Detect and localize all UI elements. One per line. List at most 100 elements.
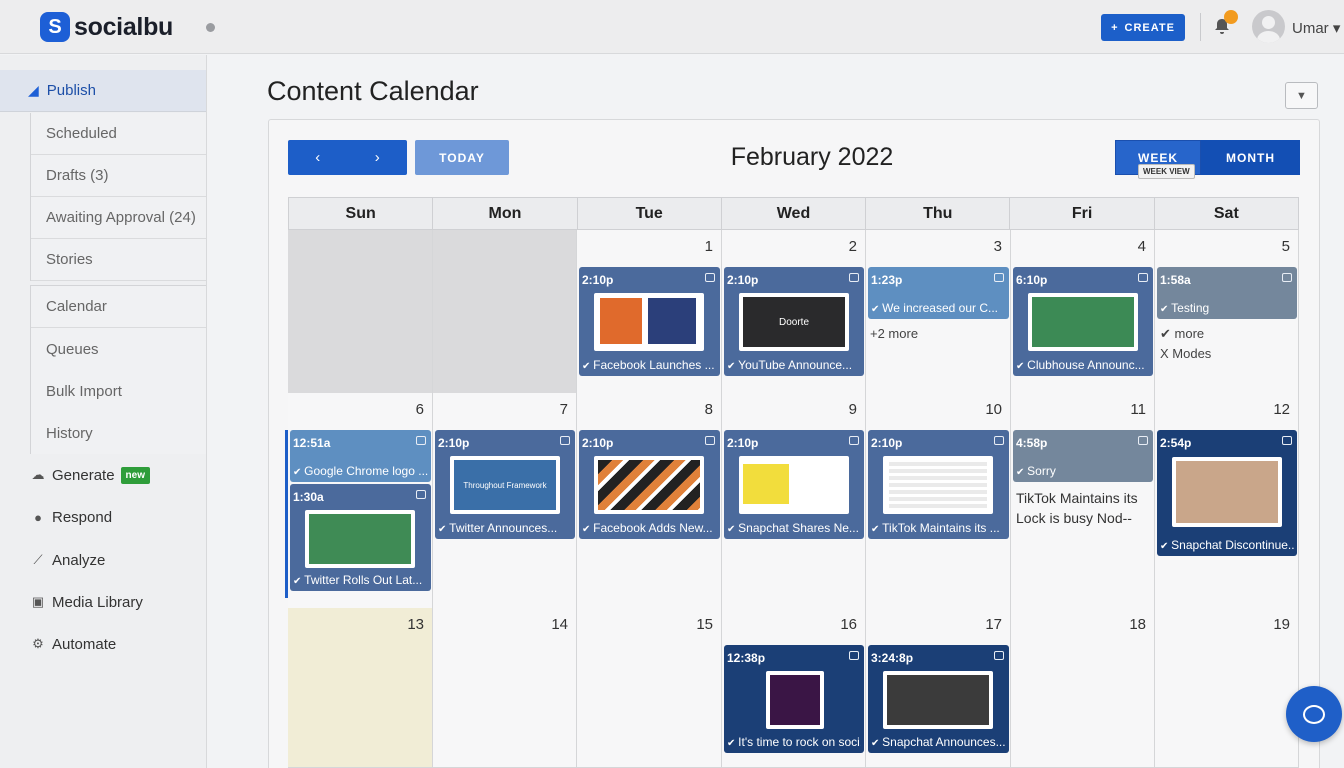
day-number: 13 <box>407 616 424 633</box>
avatar[interactable] <box>1252 10 1285 43</box>
event-time: 12:38p <box>727 651 766 665</box>
day-cell-today[interactable]: 13 <box>288 608 433 768</box>
chat-support-button[interactable] <box>1286 686 1342 742</box>
weekday-header: Sun Mon Tue Wed Thu Fri Sat <box>288 197 1299 230</box>
user-menu[interactable]: Umar ▾ <box>1292 19 1340 37</box>
day-cell[interactable]: 18 <box>1011 608 1155 768</box>
event-card[interactable]: 2:10p Facebook Launches ... <box>579 267 720 376</box>
event-card[interactable]: 12:51a Google Chrome logo ... <box>290 430 431 482</box>
day-number: 18 <box>1129 616 1146 633</box>
event-thumbnail: Throughout Framework <box>450 456 560 514</box>
event-card[interactable]: 2:54p Snapchat Discontinue... <box>1157 430 1297 556</box>
brand-name: socialbu <box>74 12 174 41</box>
chevron-right-icon: › <box>374 149 380 166</box>
event-thumbnail <box>305 510 415 568</box>
event-time: 2:10p <box>438 436 470 450</box>
sidebar-item-history[interactable]: History <box>31 412 206 454</box>
image-icon <box>705 436 715 445</box>
sidebar-item-drafts[interactable]: Drafts (3) <box>31 155 206 197</box>
sidebar-item-bulk-import[interactable]: Bulk Import <box>31 370 206 412</box>
sidebar-item-scheduled[interactable]: Scheduled <box>31 113 206 155</box>
event-card[interactable]: 2:10p Facebook Adds New... <box>579 430 720 539</box>
sidebar-item-label: Publish <box>46 82 96 99</box>
event-caption: Twitter Rolls Out Lat... <box>293 573 428 587</box>
more-link[interactable]: ✔ more <box>1160 326 1204 342</box>
filter-button[interactable]: ▼ <box>1285 82 1318 109</box>
image-icon <box>1138 436 1148 445</box>
sidebar-item-automate[interactable]: ⚙ Automate <box>0 623 206 665</box>
sidebar-item-label: Analyze <box>52 551 106 569</box>
day-number: 11 <box>1130 401 1146 418</box>
event-text[interactable]: TikTok Maintains its Lock is busy Nod-- <box>1016 488 1146 528</box>
top-bar: S socialbu + CREATE Umar ▾ <box>0 0 1344 54</box>
sidebar-item-generate[interactable]: ☁ Generate new <box>0 454 206 496</box>
image-icon <box>1282 436 1292 445</box>
event-thumbnail <box>766 671 824 729</box>
event-card[interactable]: 2:10p TikTok Maintains its ... <box>868 430 1009 539</box>
event-time: 2:10p <box>871 436 903 450</box>
publish-subnav: Scheduled Drafts (3) Awaiting Approval (… <box>30 113 206 281</box>
calendar-grid: Sun Mon Tue Wed Thu Fri Sat <box>288 197 1299 230</box>
event-card[interactable]: 4:58p Sorry <box>1013 430 1153 482</box>
event-time: 12:51a <box>293 436 331 450</box>
day-number: 1 <box>704 238 713 255</box>
brand-logo[interactable]: S socialbu <box>40 12 173 42</box>
day-cell[interactable]: 15 <box>577 608 722 768</box>
sidebar-item-stories[interactable]: Stories <box>31 239 206 281</box>
event-card[interactable]: 1:58a Testing <box>1157 267 1297 319</box>
day-number: 7 <box>559 401 568 418</box>
day-number: 6 <box>415 401 424 418</box>
event-caption: Snapchat Shares Ne... <box>727 521 861 535</box>
event-card[interactable]: 2:10p Snapchat Shares Ne... <box>724 430 864 539</box>
media-icon: ▣ <box>31 594 45 609</box>
day-cell[interactable]: 14 <box>433 608 577 768</box>
event-time: 3:24:8p <box>871 651 914 665</box>
page-title: Content Calendar <box>267 76 479 106</box>
event-time: 1:30a <box>293 490 324 504</box>
event-caption: Twitter Announces... <box>438 521 572 535</box>
today-button[interactable]: TODAY <box>415 140 509 175</box>
next-button[interactable]: › <box>348 140 408 175</box>
event-time: 2:10p <box>727 273 759 287</box>
weekday-sat: Sat <box>1213 204 1239 222</box>
sidebar-item-awaiting-approval[interactable]: Awaiting Approval (24) <box>31 197 206 239</box>
prev-button[interactable]: ‹ <box>288 140 348 175</box>
event-thumbnail <box>883 671 993 729</box>
sidebar-item-calendar[interactable]: Calendar <box>31 286 206 328</box>
event-thumbnail <box>594 456 704 514</box>
image-icon <box>849 651 859 660</box>
event-card[interactable]: 2:10p Throughout Framework Twitter Annou… <box>435 430 575 539</box>
status-dot <box>206 23 215 32</box>
sidebar-item-queues[interactable]: Queues <box>31 328 206 370</box>
event-card[interactable]: 1:23p We increased our C... <box>868 267 1009 319</box>
sidebar-item-respond[interactable]: ● Respond <box>0 496 206 538</box>
event-card[interactable]: 12:38p It's time to rock on soci... <box>724 645 864 753</box>
event-time: 2:10p <box>582 436 614 450</box>
day-cell[interactable]: 19 <box>1155 608 1299 768</box>
sidebar-item-media-library[interactable]: ▣ Media Library <box>0 581 206 623</box>
month-view-button[interactable]: MONTH <box>1201 140 1300 175</box>
event-card[interactable]: 3:24:8p Snapchat Announces... <box>868 645 1009 753</box>
event-card[interactable]: 2:10p Doorte YouTube Announce... <box>724 267 864 376</box>
event-thumbnail <box>883 456 993 514</box>
day-number: 4 <box>1137 238 1146 255</box>
sidebar-item-publish[interactable]: ◢ Publish <box>0 70 206 112</box>
event-time: 2:54p <box>1160 436 1192 450</box>
event-card[interactable]: 6:10p Clubhouse Announc... <box>1013 267 1153 376</box>
image-icon <box>416 490 426 499</box>
more-link[interactable]: X Modes <box>1160 346 1211 361</box>
event-thumbnail <box>594 293 704 351</box>
create-button[interactable]: + CREATE <box>1101 14 1185 41</box>
event-card[interactable]: 1:30a Twitter Rolls Out Lat... <box>290 484 431 591</box>
sidebar-item-analyze[interactable]: ⟋ Analyze <box>0 539 206 581</box>
event-caption: YouTube Announce... <box>727 358 861 372</box>
weekday-thu: Thu <box>866 198 1011 229</box>
image-icon <box>705 273 715 282</box>
day-number: 16 <box>840 616 857 633</box>
day-number: 8 <box>704 401 713 418</box>
image-icon <box>849 436 859 445</box>
calendar-nav: ‹ › <box>288 140 407 175</box>
chat-icon: ● <box>34 509 42 525</box>
calendar-subnav: Calendar Queues Bulk Import History <box>30 285 206 454</box>
more-link[interactable]: +2 more <box>870 326 918 341</box>
